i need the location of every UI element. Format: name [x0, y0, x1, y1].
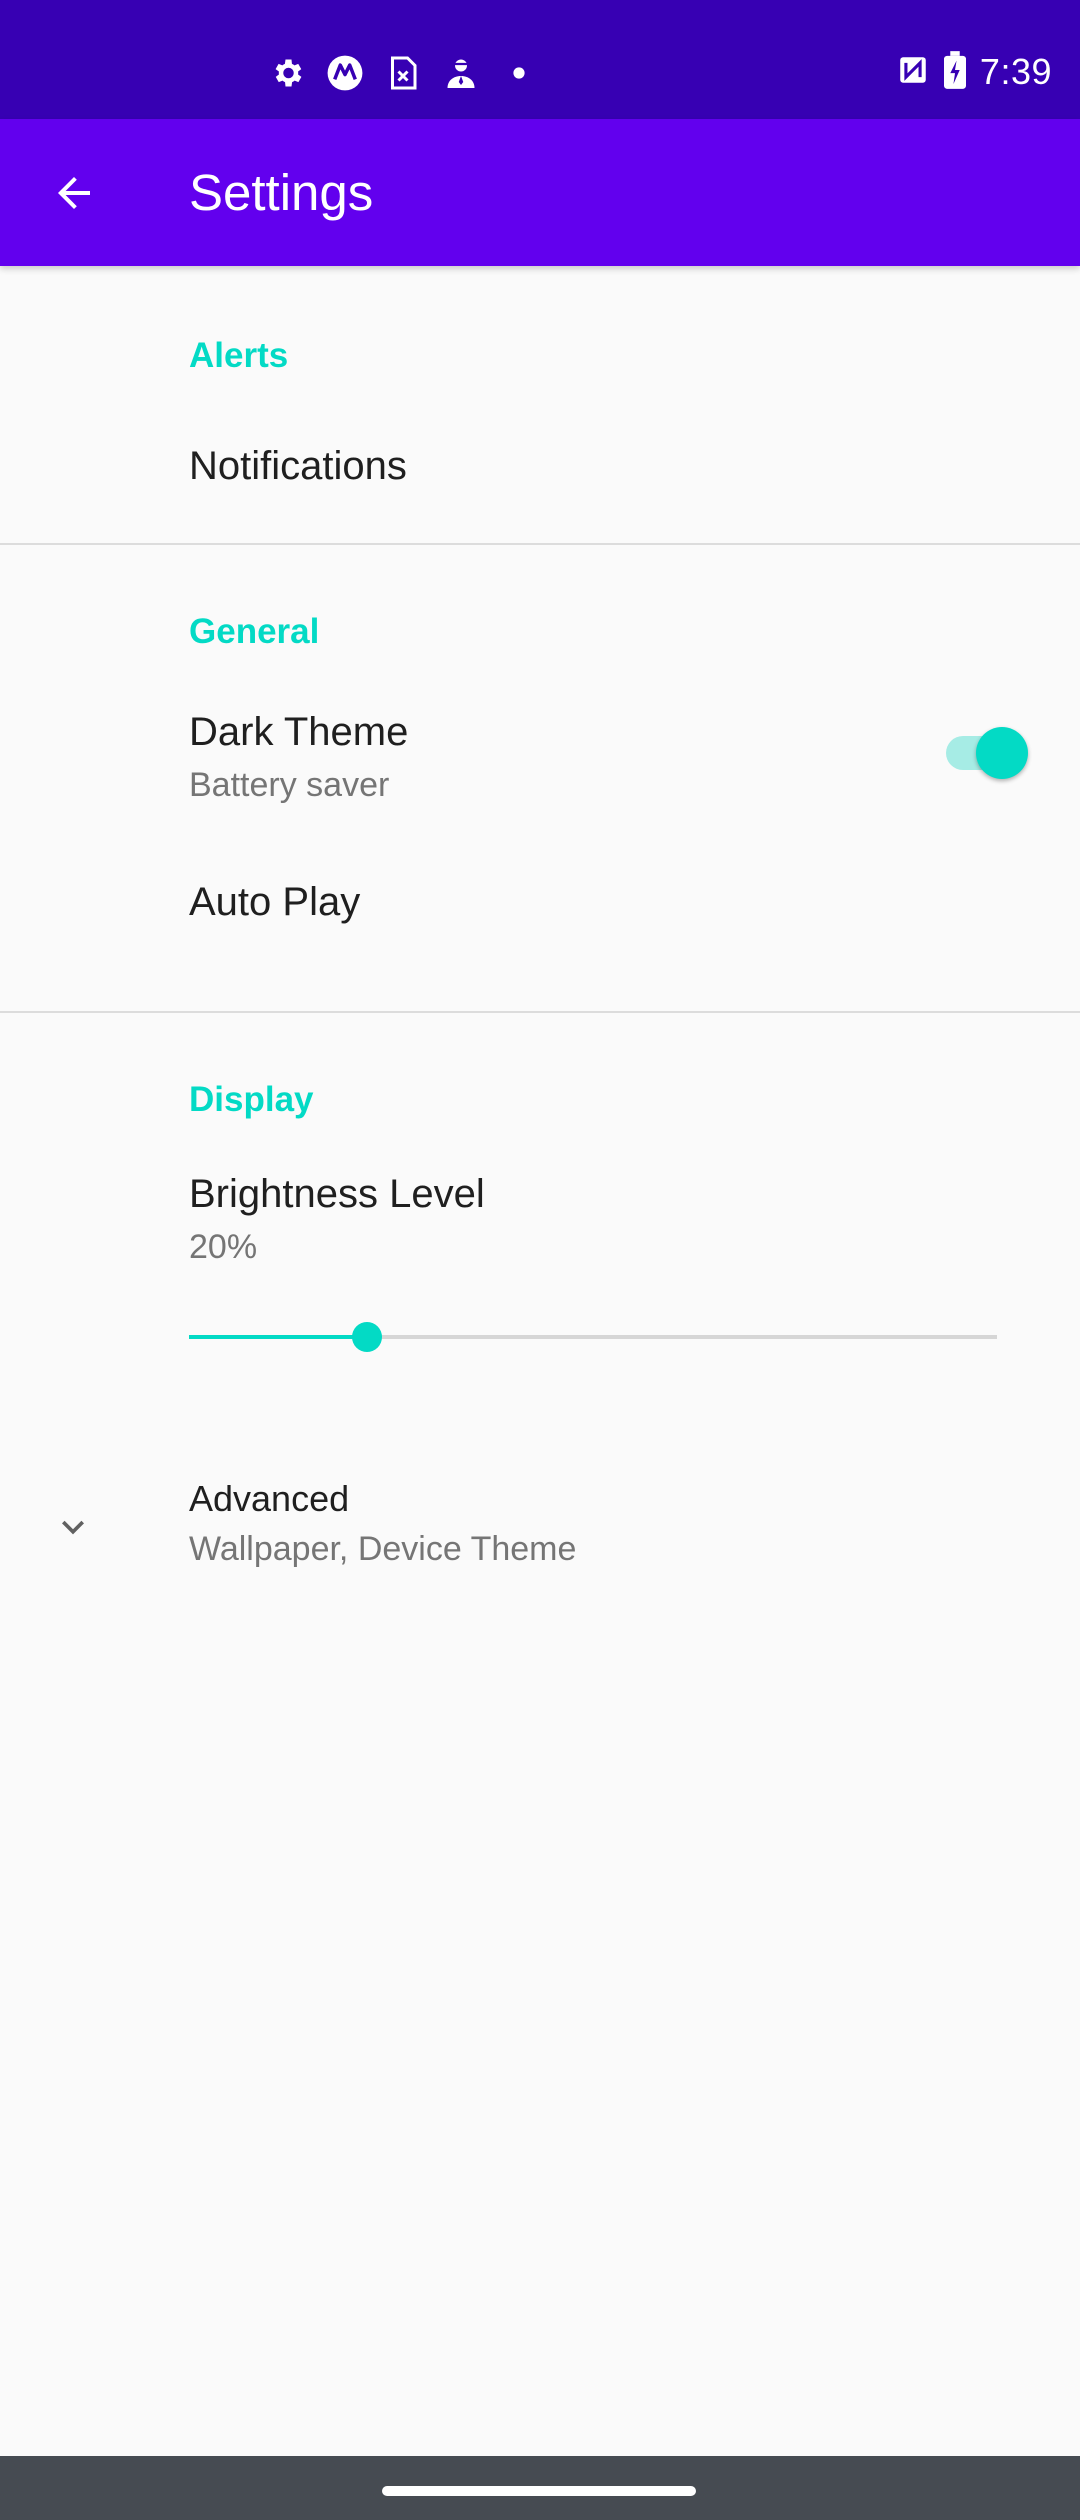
brightness-preference: Brightness Level 20% — [0, 1146, 1080, 1326]
battery-charging-icon — [943, 51, 966, 93]
notification-icons — [268, 50, 538, 96]
brightness-summary: 20% — [189, 1228, 258, 1266]
notifications-preference[interactable]: Notifications — [0, 406, 1080, 534]
navigation-bar — [0, 2456, 1080, 2520]
auto-play-preference[interactable]: Auto Play — [0, 832, 1080, 1032]
settings-icon — [268, 54, 306, 92]
advanced-summary: Wallpaper, Device Theme — [189, 1530, 577, 1568]
dark-theme-preference[interactable]: Dark Theme Battery saver — [0, 676, 1080, 832]
notifications-label: Notifications — [189, 444, 407, 488]
auto-play-label: Auto Play — [189, 880, 361, 924]
back-button[interactable] — [36, 155, 112, 231]
brightness-label: Brightness Level — [189, 1172, 485, 1216]
section-divider — [0, 543, 1080, 545]
advanced-label: Advanced — [189, 1478, 350, 1519]
status-bar: 7:39 — [0, 0, 1080, 119]
nfc-icon — [896, 53, 930, 91]
sim-icon — [384, 54, 422, 92]
clock: 7:39 — [979, 51, 1052, 92]
page-title: Settings — [189, 164, 374, 221]
section-divider — [0, 1011, 1080, 1013]
motorola-icon — [326, 54, 364, 92]
section-header-alerts: Alerts — [189, 336, 289, 375]
dark-theme-summary: Battery saver — [189, 766, 390, 804]
dark-theme-label: Dark Theme — [189, 710, 409, 754]
dot-icon — [500, 54, 538, 92]
home-handle[interactable] — [382, 2486, 696, 2496]
spy-icon — [442, 54, 480, 92]
arrow-back-icon — [58, 177, 90, 209]
brightness-slider[interactable] — [189, 1317, 997, 1357]
slider-thumb[interactable] — [351, 1322, 382, 1352]
advanced-preference[interactable]: Advanced Wallpaper, Device Theme — [0, 1456, 1080, 1606]
switch-thumb — [976, 727, 1028, 779]
system-status: 7:39 — [896, 48, 1052, 96]
chevron-down-icon — [50, 1504, 96, 1550]
section-header-display: Display — [189, 1080, 314, 1119]
dark-theme-switch[interactable] — [946, 721, 1030, 781]
app-bar: Settings — [0, 119, 1080, 266]
section-header-general: General — [189, 612, 320, 651]
slider-fill — [189, 1335, 367, 1339]
